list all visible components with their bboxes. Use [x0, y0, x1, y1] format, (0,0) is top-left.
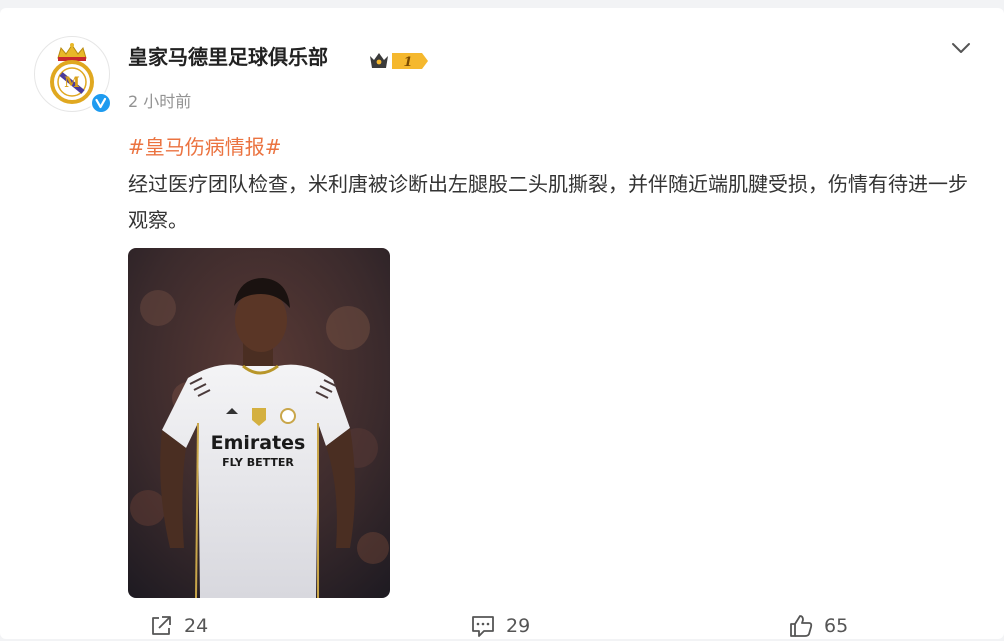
comment-count: 29	[506, 615, 531, 637]
author-name[interactable]: 皇家马德里足球俱乐部	[128, 43, 328, 71]
comment-icon	[472, 616, 494, 637]
post-timestamp[interactable]: 2 小时前	[128, 90, 191, 114]
share-count: 24	[184, 615, 209, 637]
sponsor-line2: FLY BETTER	[222, 456, 294, 469]
svg-text:M: M	[64, 75, 80, 91]
comment-button[interactable]: 29	[470, 611, 530, 641]
chevron-down-icon[interactable]	[948, 38, 974, 58]
sponsor-line1: Emirates	[211, 432, 306, 454]
like-button[interactable]: 65	[788, 611, 848, 641]
topic-hashtag[interactable]: #皇马伤病情报#	[128, 132, 282, 162]
like-count: 65	[824, 615, 849, 637]
verified-icon	[90, 92, 112, 114]
share-button[interactable]: 24	[148, 611, 208, 641]
post-image[interactable]: Emirates FLY BETTER	[128, 248, 390, 598]
weibo-post-card: M 皇家马德里足球俱乐部 1 2 小时前 #皇马伤病情报# 经过医疗团队检查，米…	[0, 8, 1004, 639]
vip-level: 1	[403, 55, 412, 70]
like-icon	[790, 615, 813, 637]
vip-crown-icon[interactable]: 1	[368, 49, 430, 73]
player-photo: Emirates FLY BETTER	[128, 248, 390, 598]
post-text: 经过医疗团队检查，米利唐被诊断出左腿股二头肌撕裂，并伴随近端肌腱受损，伤情有待进…	[128, 172, 968, 232]
share-icon	[152, 616, 171, 635]
avatar[interactable]: M	[34, 36, 112, 114]
